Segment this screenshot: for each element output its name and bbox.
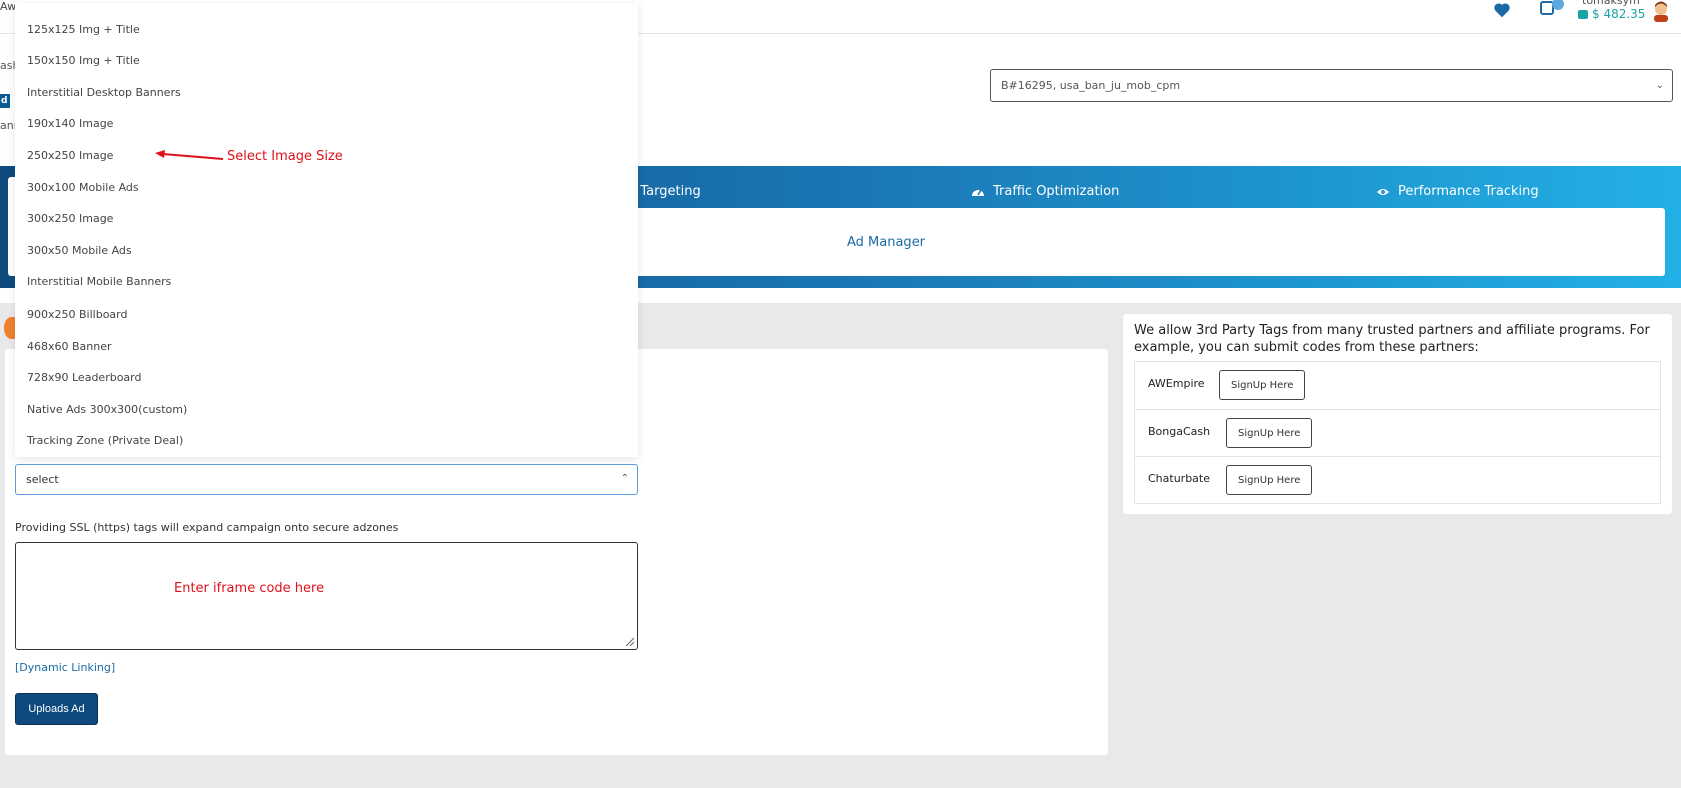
list-item[interactable]: 190x140 Image — [27, 117, 113, 130]
tab-label: Performance Tracking — [1398, 184, 1539, 199]
partner-name: Chaturbate — [1148, 472, 1211, 485]
tab-label: Traffic Optimization — [993, 184, 1120, 199]
ssl-label: Providing SSL (https) tags will expand c… — [15, 521, 399, 534]
annotation-enter-iframe: Enter iframe code here — [174, 581, 325, 596]
tab-traffic-optimization[interactable]: Traffic Optimization — [971, 184, 1119, 199]
list-item[interactable]: Native Ads 300x300(custom) — [27, 403, 187, 416]
table-row: AWEmpire SignUp Here — [1135, 362, 1660, 409]
list-item[interactable]: Tracking Zone (Private Deal) — [27, 434, 183, 447]
table-row: BongaCash SignUp Here — [1135, 409, 1660, 456]
table-row: Chaturbate SignUp Here — [1135, 456, 1660, 503]
list-item[interactable]: 150x150 Img + Title — [27, 54, 140, 67]
upload-ad-button[interactable]: Uploads Ad — [15, 693, 98, 725]
eye-icon — [1377, 188, 1389, 195]
list-item[interactable]: Interstitial Mobile Banners — [27, 275, 171, 288]
signup-button[interactable]: SignUp Here — [1219, 370, 1306, 400]
partner-name: BongaCash — [1148, 425, 1211, 438]
campaign-select-value: B#16295, usa_ban_ju_mob_cpm — [1001, 79, 1181, 92]
speedometer-icon — [972, 189, 984, 196]
tab-performance-tracking[interactable]: Performance Tracking — [1376, 184, 1539, 199]
resize-handle-icon[interactable] — [623, 635, 635, 647]
annotation-select-size: Select Image Size — [227, 149, 343, 164]
list-item[interactable]: 125x125 Img + Title — [27, 23, 140, 36]
dynamic-linking-link[interactable]: [Dynamic Linking] — [15, 661, 115, 674]
partners-table: AWEmpire SignUp Here BongaCash SignUp He… — [1134, 361, 1661, 504]
avatar[interactable] — [1650, 0, 1672, 22]
ad-manager-link[interactable]: Ad Manager — [847, 235, 925, 250]
iframe-code-textarea[interactable]: Enter iframe code here — [15, 542, 638, 650]
tab-label: d Targeting — [628, 184, 701, 199]
list-item[interactable]: 250x250 Image — [27, 149, 113, 162]
balance-value: $ 482.35 — [1592, 7, 1646, 21]
signup-button[interactable]: SignUp Here — [1226, 418, 1313, 448]
user-name[interactable]: tomaksym — [1582, 0, 1640, 7]
size-options-list: 125x125 Img + Title 150x150 Img + Title … — [15, 3, 638, 457]
campaign-select[interactable]: B#16295, usa_ban_ju_mob_cpm ⌄ — [990, 69, 1673, 102]
partner-name: AWEmpire — [1148, 377, 1205, 390]
list-item[interactable]: 300x250 Image — [27, 212, 113, 225]
wallet-icon — [1578, 9, 1588, 19]
list-item[interactable]: Interstitial Desktop Banners — [27, 86, 181, 99]
list-item[interactable]: 728x90 Leaderboard — [27, 371, 141, 384]
chevron-down-icon: ⌄ — [1655, 80, 1664, 91]
partners-card: We allow 3rd Party Tags from many truste… — [1123, 314, 1672, 514]
list-item[interactable]: 900x250 Billboard — [27, 308, 127, 321]
image-size-select-value: select — [26, 473, 59, 486]
heart-icon[interactable] — [1493, 2, 1511, 18]
signup-button[interactable]: SignUp Here — [1226, 465, 1313, 495]
list-item[interactable]: 300x100 Mobile Ads — [27, 181, 139, 194]
annotation-arrow — [155, 150, 224, 160]
chevron-up-icon: ⌃ — [620, 473, 629, 484]
partners-intro: We allow 3rd Party Tags from many truste… — [1134, 323, 1650, 355]
ad-manager-panel: Ad Manager — [618, 208, 1665, 276]
image-size-select[interactable]: select ⌃ — [15, 464, 638, 495]
list-item[interactable]: 300x50 Mobile Ads — [27, 244, 132, 257]
notification-icon[interactable] — [1540, 0, 1568, 16]
wallet-balance: $ 482.35 — [1578, 7, 1645, 21]
list-item[interactable]: 468x60 Banner — [27, 340, 112, 353]
tab-targeting[interactable]: d Targeting — [628, 184, 701, 199]
clipped-badge: d — [0, 94, 10, 108]
